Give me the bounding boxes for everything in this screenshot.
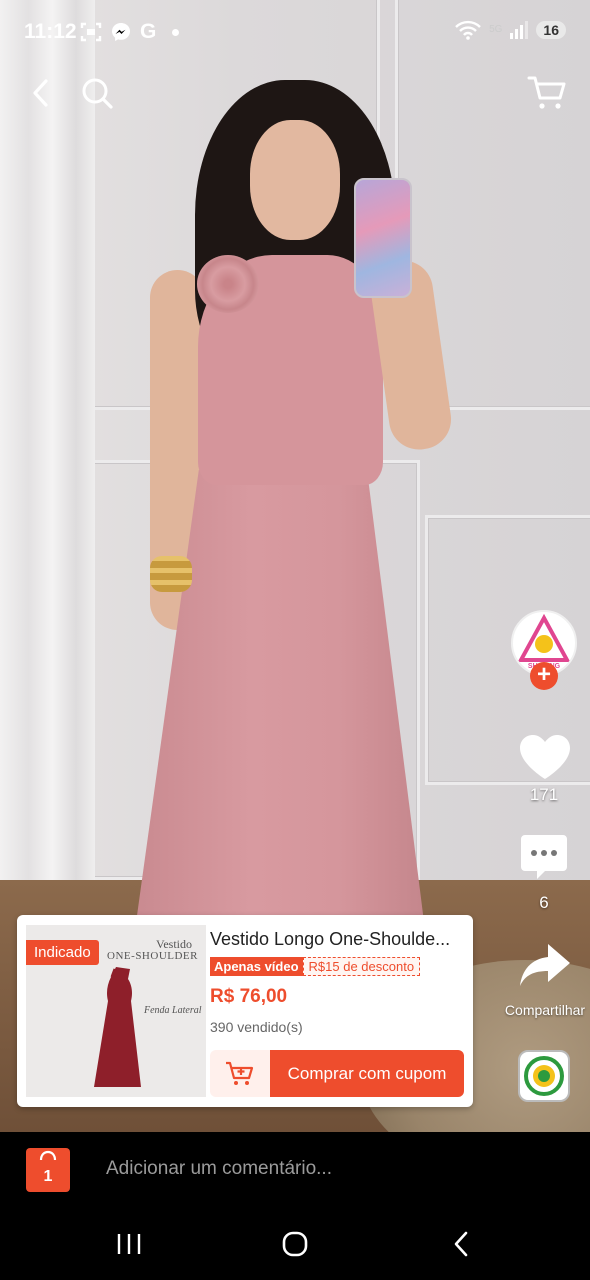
comment-input[interactable]: Adicionar um comentário...	[106, 1158, 332, 1180]
network-badge: 5G	[489, 24, 503, 35]
cart-button[interactable]	[524, 70, 570, 116]
promo-badges: Apenas vídeo R$15 de desconto	[210, 957, 421, 976]
share-button[interactable]	[518, 942, 572, 988]
home-button[interactable]	[270, 1226, 320, 1262]
sticker-button[interactable]	[518, 1050, 570, 1102]
home-icon	[282, 1231, 308, 1257]
search-button[interactable]	[74, 70, 120, 116]
sold-count: 390 vendido(s)	[210, 1019, 303, 1035]
product-card[interactable]: Vestido ONE-SHOULDER Fenda Lateral Indic…	[17, 915, 473, 1107]
search-icon	[82, 78, 113, 109]
thumb-caption: ONE-SHOULDER	[107, 950, 198, 962]
shopping-bag-icon	[39, 1150, 57, 1161]
network-5g-icon: 5G	[489, 25, 502, 35]
bangle	[150, 556, 192, 592]
video-only-badge: Apenas vídeo	[210, 957, 303, 976]
product-title[interactable]: Vestido Longo One-Shoulde...	[210, 929, 468, 950]
product-thumbnail[interactable]: Vestido ONE-SHOULDER Fenda Lateral Indic…	[26, 925, 206, 1097]
wifi-icon	[455, 20, 481, 40]
google-icon: G	[140, 20, 157, 43]
bag-count: 1	[43, 1168, 53, 1185]
back-button[interactable]	[18, 70, 64, 116]
dress-flower	[197, 255, 259, 313]
like-button[interactable]	[517, 732, 573, 782]
signal-icon	[510, 21, 529, 39]
buy-with-coupon-button[interactable]: Comprar com cupom	[270, 1050, 464, 1097]
badge-sticker-icon	[524, 1056, 564, 1096]
share-arrow-icon	[520, 944, 570, 986]
screenshot-icon	[80, 22, 102, 42]
dot-icon	[172, 28, 180, 36]
status-bar: 11:12 G 5G 16	[0, 0, 590, 64]
battery-indicator: 16	[536, 21, 566, 39]
status-time: 11:12	[24, 20, 77, 43]
recent-apps-button[interactable]	[104, 1226, 154, 1262]
status-system-icons: 5G 16	[455, 20, 566, 40]
model-phone	[354, 178, 412, 298]
system-back-button[interactable]	[436, 1226, 486, 1262]
discount-badge: R$15 de desconto	[302, 957, 421, 976]
system-navigation-bar	[0, 1210, 590, 1280]
status-notification-icons: G	[80, 20, 180, 44]
model-face	[250, 120, 340, 240]
shopping-bag-button[interactable]: 1	[26, 1148, 70, 1192]
heart-icon	[520, 735, 570, 779]
recent-apps-icon	[117, 1234, 141, 1254]
follow-button[interactable]: +	[530, 662, 558, 690]
chevron-left-icon	[33, 79, 48, 107]
back-arrow-icon	[454, 1231, 468, 1257]
cart-icon	[527, 76, 566, 109]
comment-button[interactable]	[518, 832, 570, 882]
dress-thumbnail-icon	[94, 967, 141, 1087]
share-label: Compartilhar	[504, 1002, 586, 1018]
comment-count: 6	[539, 893, 549, 912]
comment-bar: 1 Adicionar um comentário...	[0, 1132, 590, 1210]
recommended-tag: Indicado	[26, 940, 99, 965]
comment-bubble-icon	[521, 835, 567, 879]
like-count: 171	[529, 785, 559, 804]
messenger-icon	[112, 23, 130, 41]
add-to-cart-button[interactable]	[210, 1050, 270, 1097]
add-cart-icon	[226, 1061, 254, 1085]
product-price: R$ 76,00	[210, 986, 288, 1007]
curtain	[0, 0, 95, 900]
